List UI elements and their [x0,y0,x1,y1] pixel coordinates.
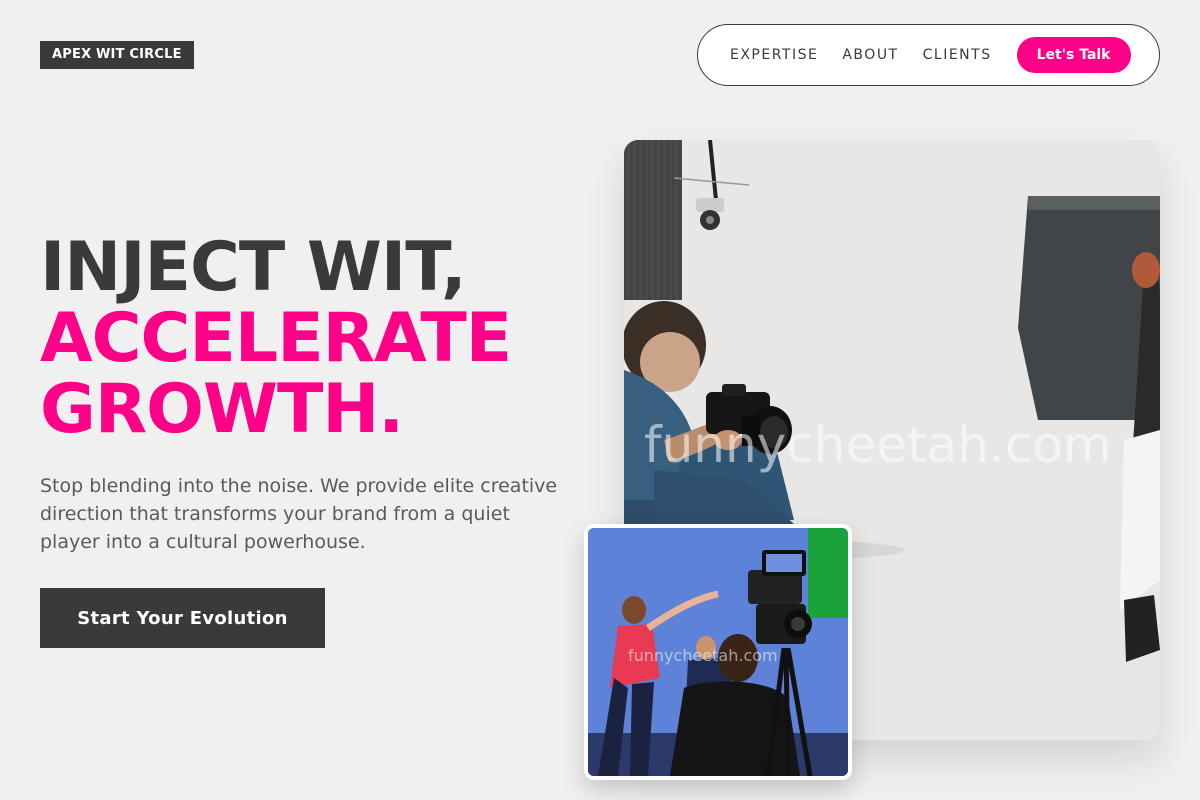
nav-item-about[interactable]: ABOUT [842,47,898,63]
film-crew-image: funnycheetah.com [584,524,852,780]
hero-title-line-3: GROWTH. [40,370,404,449]
hero-title-line-1: INJECT WIT, [40,228,467,307]
lets-talk-button[interactable]: Let's Talk [1016,37,1131,73]
page: APEX WIT CIRCLE EXPERTISE ABOUT CLIENTS … [0,0,1200,800]
hero-title: INJECT WIT, ACCELERATE GROWTH. [40,228,512,449]
top-navigation: EXPERTISE ABOUT CLIENTS Let's Talk [697,24,1160,86]
hero-subtitle: Stop blending into the noise. We provide… [40,475,558,553]
start-evolution-button[interactable]: Start Your Evolution [40,588,325,648]
film-crew-illustration [588,528,848,776]
hero-title-line-2: ACCELERATE [40,299,512,378]
brand-logo[interactable]: APEX WIT CIRCLE [40,41,194,69]
nav-item-clients[interactable]: CLIENTS [923,47,992,63]
nav-item-expertise[interactable]: EXPERTISE [730,47,818,63]
